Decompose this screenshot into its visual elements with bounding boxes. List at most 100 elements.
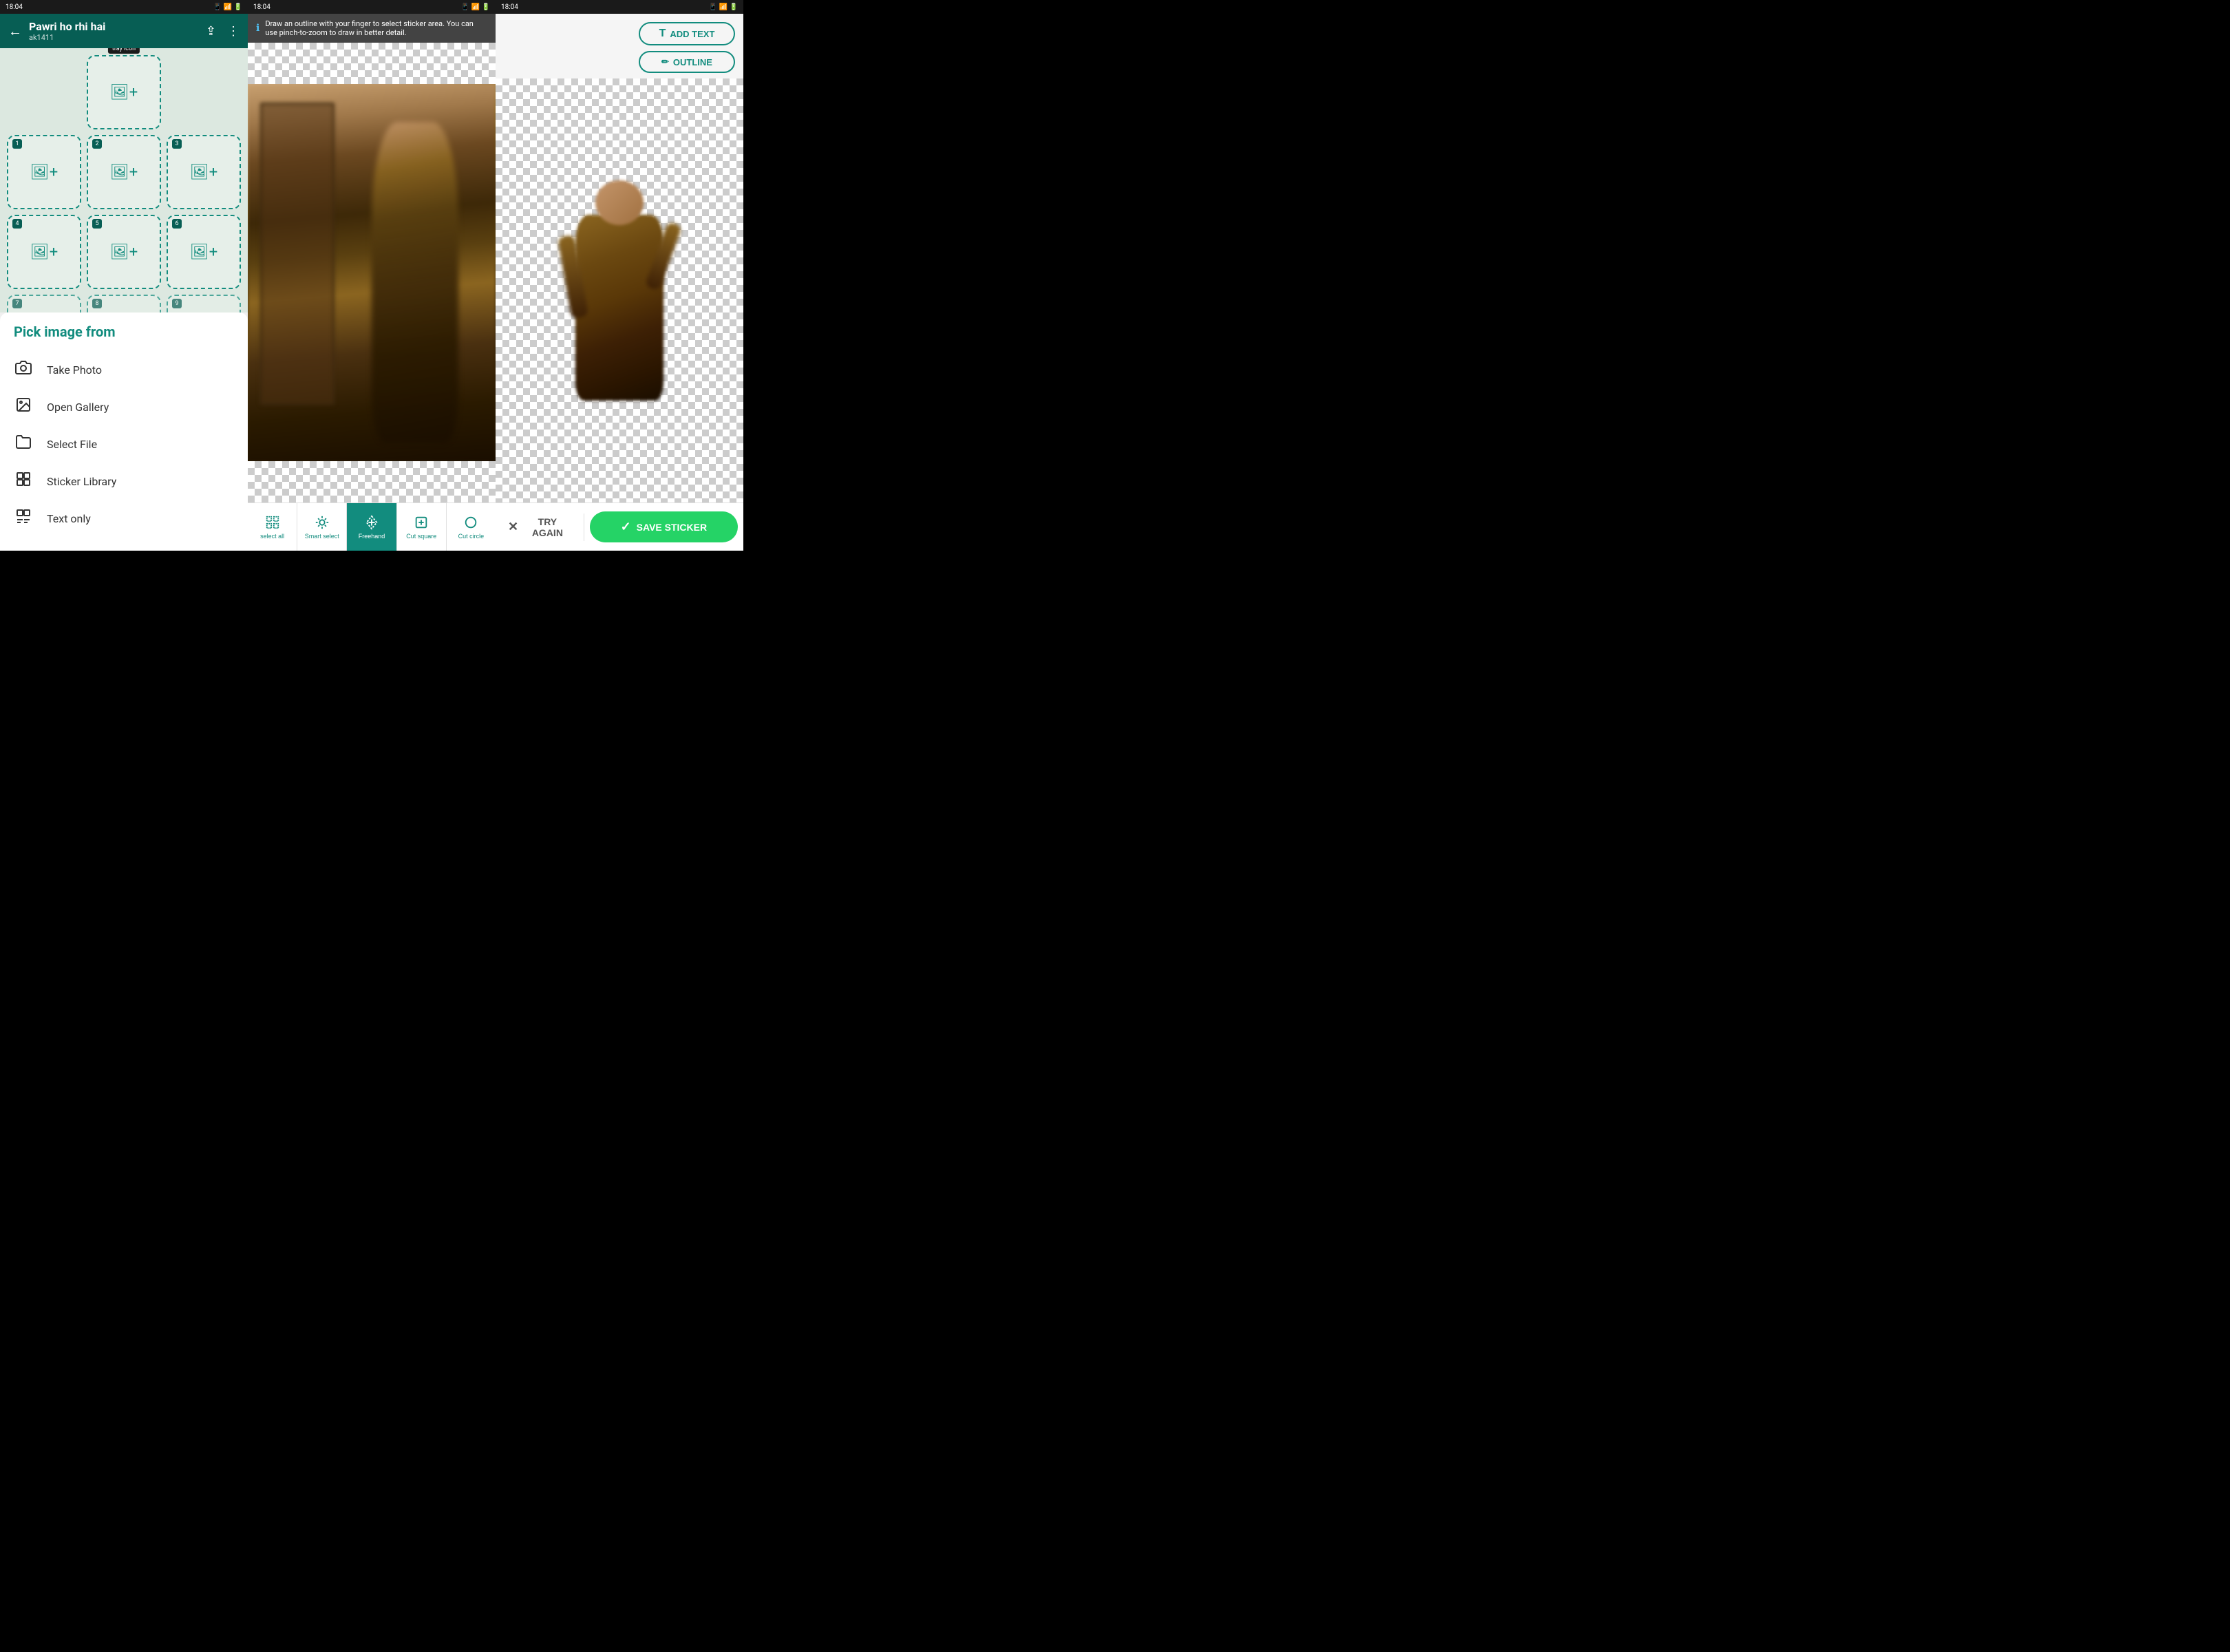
sticker-cell-5[interactable]: 5 🖼+ [87,215,161,289]
chat-subtitle: ak1411 [29,33,199,42]
text-only-option[interactable]: Text only [14,500,234,537]
checkerboard-bottom [248,461,496,502]
person-cutout [564,180,675,401]
cell-number-3: 3 [172,139,182,149]
chat-title: Pawri ho rhi hai ak1411 [29,20,199,42]
panel-right: 18:04 📱 📶 🔋 T ADD TEXT ✏ OUTLINE [496,0,743,551]
person-body [575,215,663,401]
photo-container[interactable] [248,43,496,502]
outline-label: OUTLINE [673,57,712,67]
photo-inner [248,84,496,461]
info-icon: ℹ [256,23,259,34]
freehand-label: Freehand [359,533,385,540]
open-gallery-option[interactable]: Open Gallery [14,388,234,425]
add-image-icon-6: 🖼+ [190,244,217,261]
more-options-icon[interactable]: ⋮ [227,24,240,39]
status-icons-left: 📱 📶 🔋 [213,3,242,11]
status-time-right: 18:04 [501,3,518,11]
camera-icon [14,359,33,380]
outline-button[interactable]: ✏ OUTLINE [639,51,735,73]
panel-left: 18:04 📱 📶 🔋 ← Pawri ho rhi hai ak1411 ⇪ … [0,0,248,551]
cell-number-5: 5 [92,219,102,229]
gallery-icon [14,396,33,417]
share-icon[interactable]: ⇪ [206,24,216,39]
add-text-button[interactable]: T ADD TEXT [639,22,735,45]
person-silhouette [372,122,458,443]
select-all-tool[interactable]: select all [248,503,297,551]
tool-toolbar: select all Smart select Freehand [248,502,496,551]
status-time-left: 18:04 [6,3,23,11]
cut-circle-tool[interactable]: Cut circle [447,503,496,551]
sticker-cell-7[interactable]: 7 🖼+ [7,295,81,313]
cut-circle-label: Cut circle [458,533,485,540]
pick-image-title: Pick image from [14,324,234,340]
sticker-library-option[interactable]: Sticker Library [14,463,234,500]
cell-number-9: 9 [172,299,182,308]
smart-select-label: Smart select [305,533,339,540]
sticker-cell-3[interactable]: 3 🖼+ [167,135,241,209]
sticker-cell-6[interactable]: 6 🖼+ [167,215,241,289]
checkerboard-top [248,43,496,84]
select-file-option[interactable]: Select File [14,425,234,463]
sticker-cell-2[interactable]: 2 🖼+ [87,135,161,209]
x-icon: ✕ [508,520,518,534]
back-button[interactable]: ← [8,23,22,40]
sticker-cell-4[interactable]: 4 🖼+ [7,215,81,289]
cut-square-tool[interactable]: Cut square [397,503,447,551]
status-bar-mid: 18:04 📱 📶 🔋 [248,0,496,14]
sticker-library-label: Sticker Library [47,475,116,488]
try-again-button[interactable]: ✕ TRY AGAIN [501,509,578,545]
take-photo-option[interactable]: Take Photo [14,351,234,388]
text-only-label: Text only [47,512,91,525]
tray-icon-cell[interactable]: tray icon 🖼+ [87,55,161,129]
pick-image-sheet: Pick image from Take Photo Open Gallery [0,313,248,551]
status-time-mid: 18:04 [253,3,270,11]
panel-middle: 18:04 📱 📶 🔋 ℹ Draw an outline with your … [248,0,496,551]
cell-number-8: 8 [92,299,102,308]
bottom-action-bar: ✕ TRY AGAIN ✓ SAVE STICKER [496,502,743,551]
open-gallery-label: Open Gallery [47,401,109,414]
freehand-tool[interactable]: Freehand [347,503,396,551]
pencil-icon: ✏ [661,56,669,67]
person-head [595,180,644,225]
cell-number-2: 2 [92,139,102,149]
try-again-label: TRY AGAIN [524,516,571,538]
take-photo-label: Take Photo [47,363,102,377]
save-sticker-button[interactable]: ✓ SAVE STICKER [590,511,738,542]
cell-number-7: 7 [12,299,22,308]
sticker-cell-9[interactable]: 9 🖼+ [167,295,241,313]
add-tray-icon: 🖼+ [110,84,138,101]
sticker-cell-8[interactable]: 8 🖼+ [87,295,161,313]
select-all-label: select all [260,533,284,540]
sticker-library-icon [14,471,33,491]
save-sticker-label: SAVE STICKER [637,522,707,533]
sticker-grid-area: tray icon 🖼+ 1 🖼+ 2 🖼+ 3 🖼+ 4 🖼+ 5 🖼+ 6 [0,48,248,313]
right-header-buttons: T ADD TEXT ✏ OUTLINE [496,14,743,78]
status-bar-right: 18:04 📱 📶 🔋 [496,0,743,14]
sticker-preview-area [496,78,743,502]
chat-name: Pawri ho rhi hai [29,20,199,33]
status-icons-mid: 📱 📶 🔋 [461,3,490,11]
cell-number-1: 1 [12,139,22,149]
checkmark-icon: ✓ [621,520,631,534]
door-element [260,103,334,404]
smart-select-tool[interactable]: Smart select [297,503,347,551]
add-image-icon-3: 🖼+ [190,164,217,181]
cut-square-label: Cut square [406,533,436,540]
add-text-label: ADD TEXT [670,29,714,39]
select-file-label: Select File [47,438,97,451]
add-image-icon-5: 🖼+ [110,244,138,261]
header-icons: ⇪ ⋮ [206,24,240,39]
sticker-cell-1[interactable]: 1 🖼+ [7,135,81,209]
sticker-figure [564,180,675,401]
whatsapp-header: ← Pawri ho rhi hai ak1411 ⇪ ⋮ [0,14,248,48]
cell-number-6: 6 [172,219,182,229]
tooltip-text: Draw an outline with your finger to sele… [265,19,487,37]
add-image-icon-2: 🖼+ [110,164,138,181]
add-image-icon-1: 🖼+ [30,164,58,181]
folder-icon [14,434,33,454]
cell-number-4: 4 [12,219,22,229]
status-bar-left: 18:04 📱 📶 🔋 [0,0,248,14]
text-icon [14,508,33,529]
add-image-icon-4: 🖼+ [30,244,58,261]
